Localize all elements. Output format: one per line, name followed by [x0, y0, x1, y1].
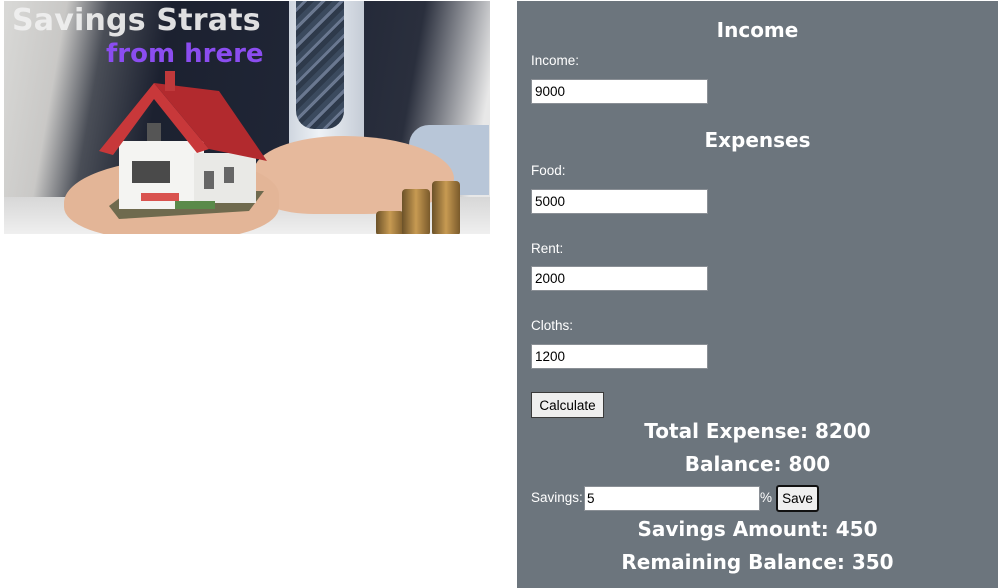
cloths-label: Cloths:	[531, 318, 574, 333]
cloths-input[interactable]	[531, 344, 708, 369]
savings-amount-text: Savings Amount: 450	[637, 517, 878, 541]
income-heading: Income	[716, 18, 799, 42]
rent-label: Rent:	[531, 241, 564, 256]
total-expense-text: Total Expense: 8200	[644, 419, 871, 443]
income-label: Income:	[531, 53, 580, 68]
coin-stack-graphic	[432, 181, 460, 234]
coin-stack-graphic	[402, 189, 430, 234]
hero-subtitle: from hrere	[106, 39, 264, 69]
rent-input[interactable]	[531, 266, 708, 291]
house-model-icon	[99, 71, 267, 219]
food-input[interactable]	[531, 189, 708, 214]
save-button[interactable]: Save	[776, 485, 819, 512]
hero-image: Savings Strats from hrere	[4, 1, 490, 234]
income-input[interactable]	[531, 79, 708, 104]
calculator-panel: Income Income: Expenses Food: Rent: Clot…	[517, 1, 998, 588]
coin-stack-graphic	[376, 211, 404, 234]
savings-percent-input[interactable]	[584, 486, 760, 511]
hero-title: Savings Strats	[12, 3, 261, 38]
remaining-balance-text: Remaining Balance: 350	[621, 550, 894, 574]
necktie-graphic	[296, 1, 344, 129]
expenses-heading: Expenses	[704, 128, 811, 152]
savings-label: Savings:	[531, 490, 583, 505]
percent-sign: %	[760, 490, 773, 505]
food-label: Food:	[531, 163, 566, 178]
balance-text: Balance: 800	[684, 452, 831, 476]
calculate-button[interactable]: Calculate	[531, 392, 604, 418]
